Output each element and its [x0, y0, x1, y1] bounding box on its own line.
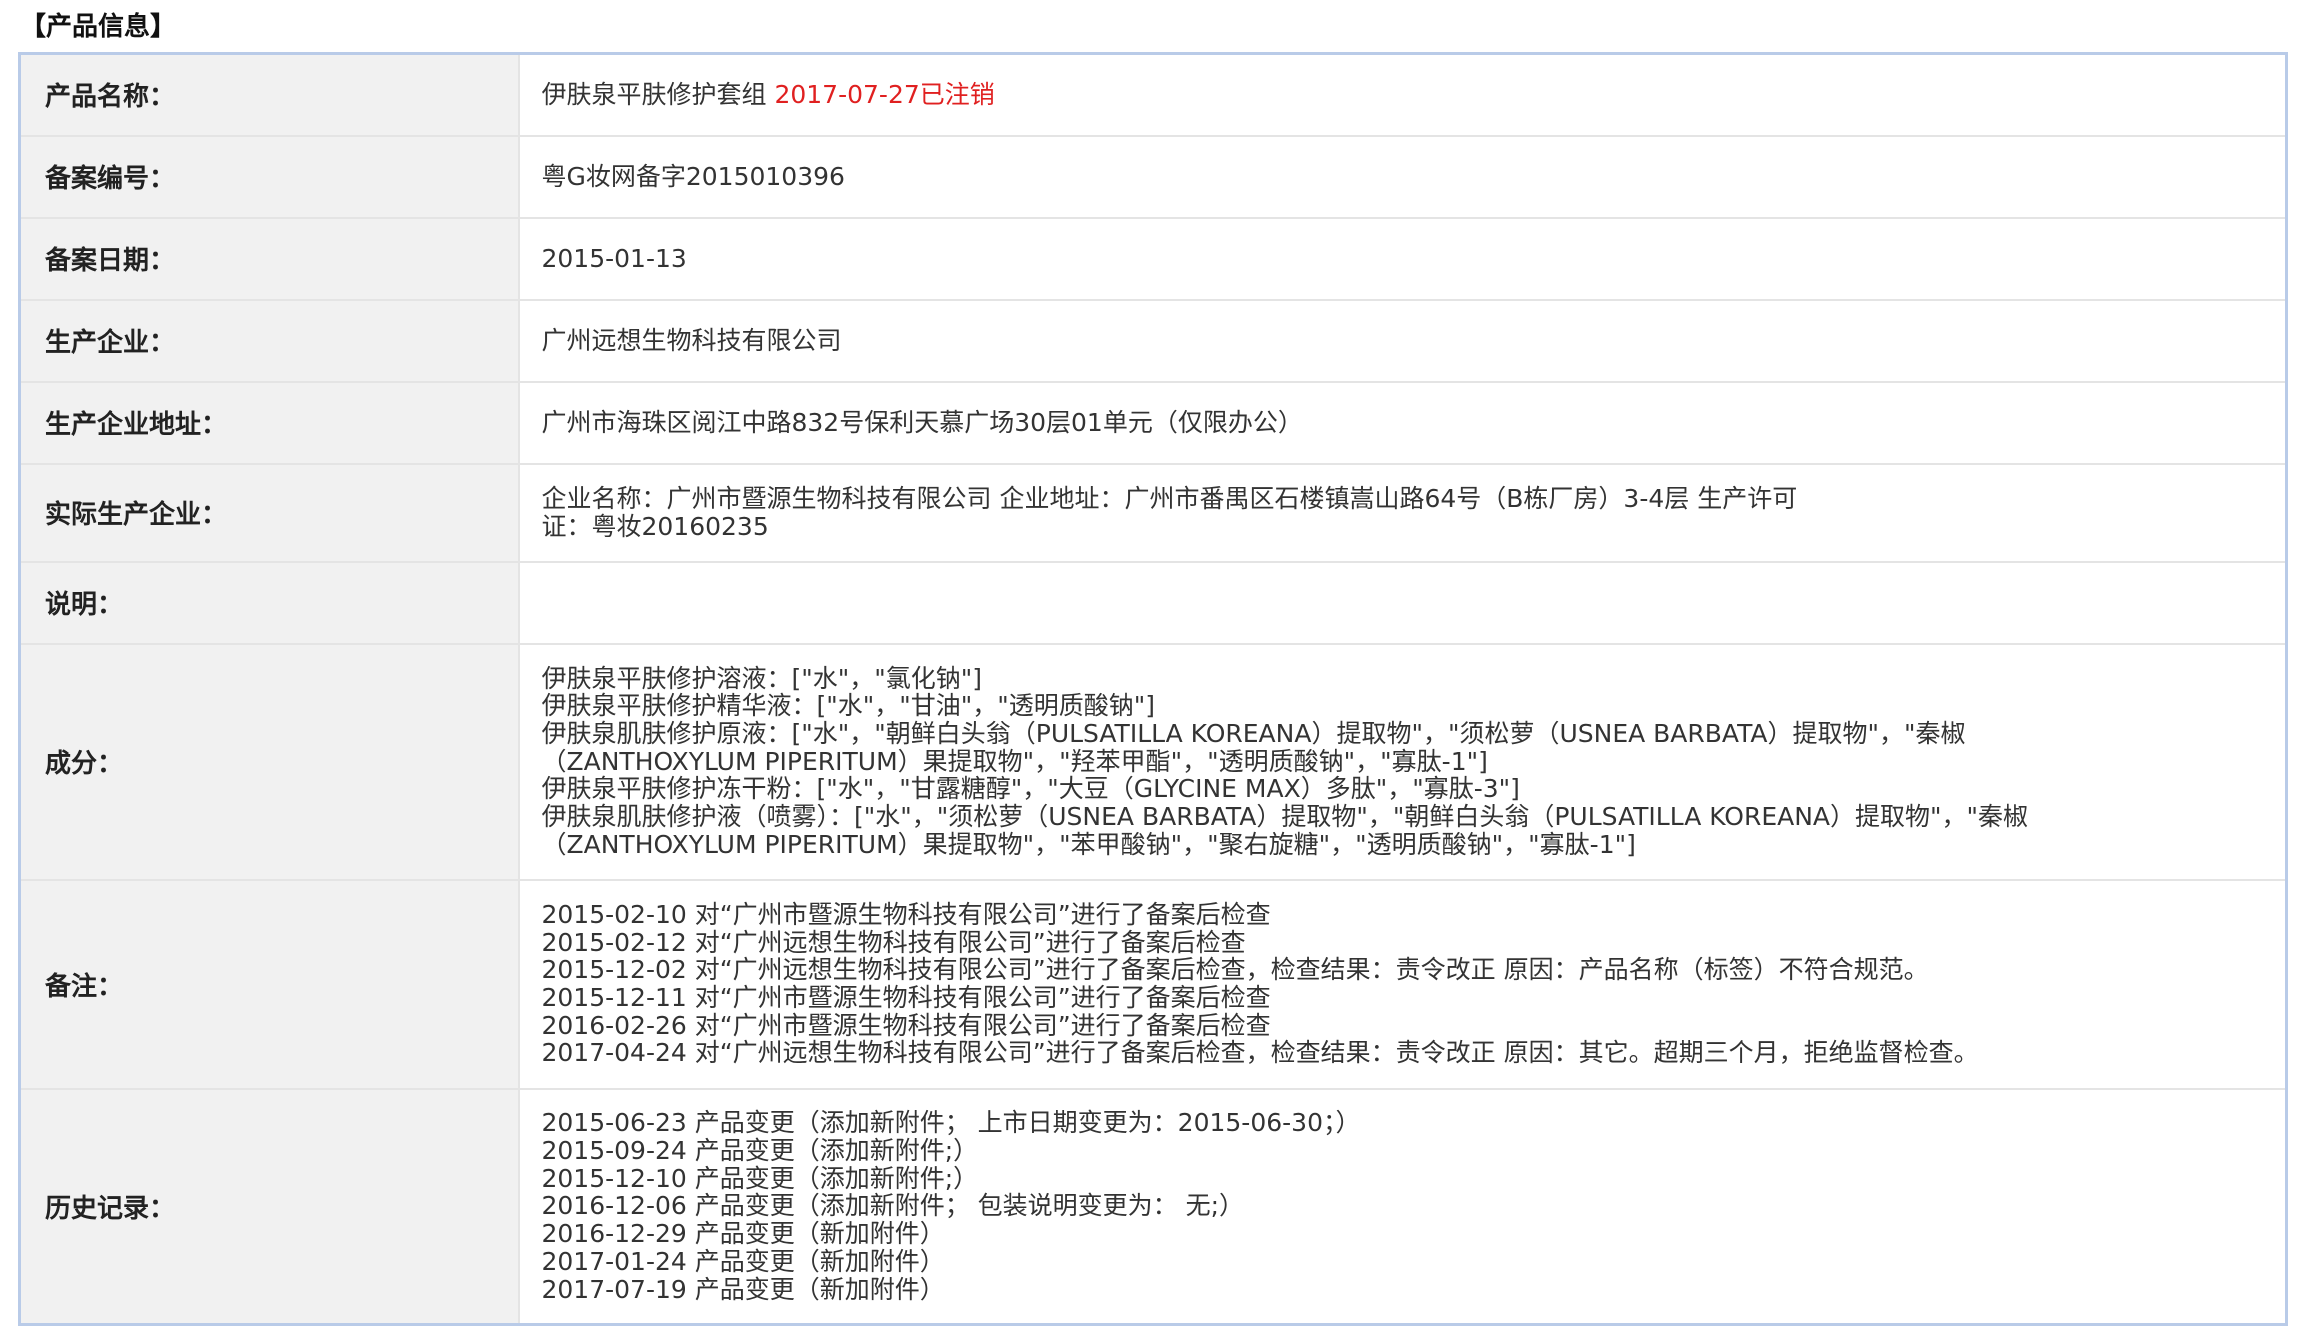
label-ingredients: 成分：	[19, 642, 520, 881]
value-product-name: 伊肤泉平肤修护套组 2017-07-27已注销	[518, 52, 2287, 137]
label-remarks: 备注：	[19, 878, 520, 1090]
ingredient-line: 伊肤泉肌肤修护液（喷雾）：["水"，"须松萝（USNEA BARBATA）提取物…	[541, 802, 2029, 832]
actual-manufacturer-line: 证：粤妆20160235	[541, 511, 769, 541]
label-history: 历史记录：	[19, 1087, 520, 1326]
product-info-table: 产品名称： 伊肤泉平肤修护套组 2017-07-27已注销 备案编号： 粤G妆网…	[18, 52, 2288, 1326]
history-line: 2016-12-06 产品变更（添加新附件； 包装说明变更为： 无;）	[541, 1191, 1245, 1221]
row-record-date: 备案日期： 2015-01-13	[19, 216, 2287, 301]
remark-line: 2016-02-26 对“广州市暨源生物科技有限公司”进行了备案后检查	[541, 1010, 1271, 1040]
value-manufacturer: 广州远想生物科技有限公司	[518, 298, 2287, 383]
value-record-no: 粤G妆网备字2015010396	[518, 134, 2287, 219]
history-line: 2016-12-29 产品变更（新加附件）	[541, 1219, 945, 1249]
actual-manufacturer-line: 企业名称：广州市暨源生物科技有限公司 企业地址：广州市番禺区石楼镇嵩山路64号（…	[541, 483, 1798, 513]
label-actual-manufacturer: 实际生产企业：	[19, 462, 520, 563]
product-name-text: 伊肤泉平肤修护套组	[541, 79, 767, 109]
value-manufacturer-address: 广州市海珠区阅江中路832号保利天慕广场30层01单元（仅限办公）	[518, 380, 2287, 465]
history-line: 2015-06-23 产品变更（添加新附件； 上市日期变更为：2015-06-3…	[541, 1108, 1361, 1138]
ingredient-line: （ZANTHOXYLUM PIPERITUM）果提取物"，"苯甲酸钠"，"聚右旋…	[541, 829, 1636, 859]
value-description	[518, 560, 2287, 645]
ingredient-line: 伊肤泉平肤修护溶液：["水"，"氯化钠"]	[541, 663, 983, 693]
ingredient-line: 伊肤泉平肤修护冻干粉：["水"，"甘露糖醇"，"大豆（GLYCINE MAX）多…	[541, 774, 1520, 804]
value-actual-manufacturer: 企业名称：广州市暨源生物科技有限公司 企业地址：广州市番禺区石楼镇嵩山路64号（…	[518, 462, 2287, 563]
remark-line: 2015-12-02 对“广州远想生物科技有限公司”进行了备案后检查，检查结果：…	[541, 955, 1929, 985]
remark-line: 2015-02-12 对“广州远想生物科技有限公司”进行了备案后检查	[541, 927, 1246, 957]
ingredient-line: 伊肤泉平肤修护精华液：["水"，"甘油"，"透明质酸钠"]	[541, 691, 1156, 721]
value-remarks: 2015-02-10 对“广州市暨源生物科技有限公司”进行了备案后检查 2015…	[518, 878, 2287, 1090]
row-remarks: 备注： 2015-02-10 对“广州市暨源生物科技有限公司”进行了备案后检查 …	[19, 878, 2287, 1090]
label-record-no: 备案编号：	[19, 134, 520, 219]
row-actual-manufacturer: 实际生产企业： 企业名称：广州市暨源生物科技有限公司 企业地址：广州市番禺区石楼…	[19, 462, 2287, 563]
remark-line: 2015-12-11 对“广州市暨源生物科技有限公司”进行了备案后检查	[541, 983, 1271, 1012]
history-line: 2015-09-24 产品变更（添加新附件;）	[541, 1135, 979, 1165]
row-ingredients: 成分： 伊肤泉平肤修护溶液：["水"，"氯化钠"] 伊肤泉平肤修护精华液：["水…	[19, 642, 2287, 881]
value-ingredients: 伊肤泉平肤修护溶液：["水"，"氯化钠"] 伊肤泉平肤修护精华液：["水"，"甘…	[518, 642, 2287, 881]
row-history: 历史记录： 2015-06-23 产品变更（添加新附件； 上市日期变更为：201…	[19, 1087, 2287, 1326]
label-manufacturer-address: 生产企业地址：	[19, 380, 520, 465]
value-record-date: 2015-01-13	[518, 216, 2287, 301]
history-line: 2017-07-19 产品变更（新加附件）	[541, 1274, 945, 1304]
label-record-date: 备案日期：	[19, 216, 520, 301]
row-record-no: 备案编号： 粤G妆网备字2015010396	[19, 134, 2287, 219]
remark-line: 2015-02-10 对“广州市暨源生物科技有限公司”进行了备案后检查	[541, 899, 1271, 929]
history-line: 2017-01-24 产品变更（新加附件）	[541, 1246, 945, 1276]
row-description: 说明：	[19, 560, 2287, 645]
row-product-name: 产品名称： 伊肤泉平肤修护套组 2017-07-27已注销	[19, 52, 2287, 137]
ingredient-line: （ZANTHOXYLUM PIPERITUM）果提取物"，"羟苯甲酯"，"透明质…	[541, 746, 1488, 776]
ingredient-line: 伊肤泉肌肤修护原液：["水"，"朝鲜白头翁（PULSATILLA KOREANA…	[541, 718, 1966, 748]
section-title: 【产品信息】	[20, 12, 177, 42]
label-description: 说明：	[19, 560, 520, 645]
row-manufacturer-address: 生产企业地址： 广州市海珠区阅江中路832号保利天慕广场30层01单元（仅限办公…	[19, 380, 2287, 465]
history-line: 2015-12-10 产品变更（添加新附件;）	[541, 1163, 979, 1193]
remark-line: 2017-04-24 对“广州远想生物科技有限公司”进行了备案后检查，检查结果：…	[541, 1038, 1979, 1068]
value-history: 2015-06-23 产品变更（添加新附件； 上市日期变更为：2015-06-3…	[518, 1087, 2287, 1326]
label-manufacturer: 生产企业：	[19, 298, 520, 383]
cancellation-status: 2017-07-27已注销	[774, 79, 995, 109]
label-product-name: 产品名称：	[19, 52, 520, 137]
row-manufacturer: 生产企业： 广州远想生物科技有限公司	[19, 298, 2287, 383]
